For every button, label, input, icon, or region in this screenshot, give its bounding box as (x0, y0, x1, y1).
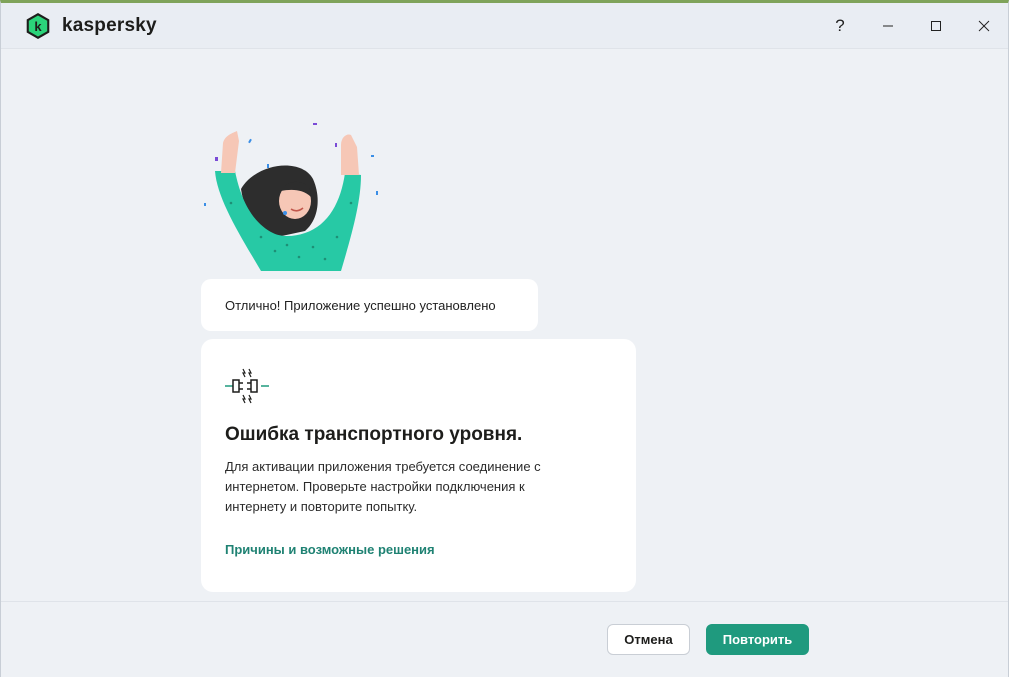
close-button[interactable] (960, 3, 1008, 49)
maximize-button[interactable] (912, 3, 960, 49)
close-icon (978, 20, 990, 32)
footer-bar: Отмена Повторить (1, 601, 1008, 677)
minimize-button[interactable] (864, 3, 912, 49)
error-title: Ошибка транспортного уровня. (225, 424, 523, 445)
reasons-solutions-link[interactable]: Причины и возможные решения (225, 542, 435, 557)
maximize-icon (931, 21, 941, 31)
error-description: Для активации приложения требуется соеди… (225, 459, 541, 514)
kaspersky-logo-icon: k (26, 13, 50, 39)
help-button[interactable]: ? (816, 3, 864, 49)
brand-name: kaspersky (62, 15, 157, 36)
main-content: Отлично! Приложение успешно установлено … (1, 49, 1008, 601)
retry-button[interactable]: Повторить (706, 624, 809, 655)
title-bar: k kaspersky ? (1, 3, 1008, 49)
error-card: Ошибка транспортного уровня. Для активац… (201, 339, 636, 592)
cancel-button[interactable]: Отмена (607, 624, 690, 655)
minimize-icon (883, 25, 893, 27)
help-icon: ? (835, 16, 845, 35)
svg-text:k: k (34, 19, 42, 34)
app-window: k kaspersky ? Отлично! Приложение успешн… (0, 0, 1009, 677)
success-message: Отлично! Приложение успешно установлено (201, 279, 538, 331)
disconnected-plug-icon (225, 368, 269, 404)
celebrating-woman-illustration (204, 123, 378, 271)
brand: k kaspersky (24, 12, 157, 40)
window-controls: ? (816, 3, 1008, 49)
